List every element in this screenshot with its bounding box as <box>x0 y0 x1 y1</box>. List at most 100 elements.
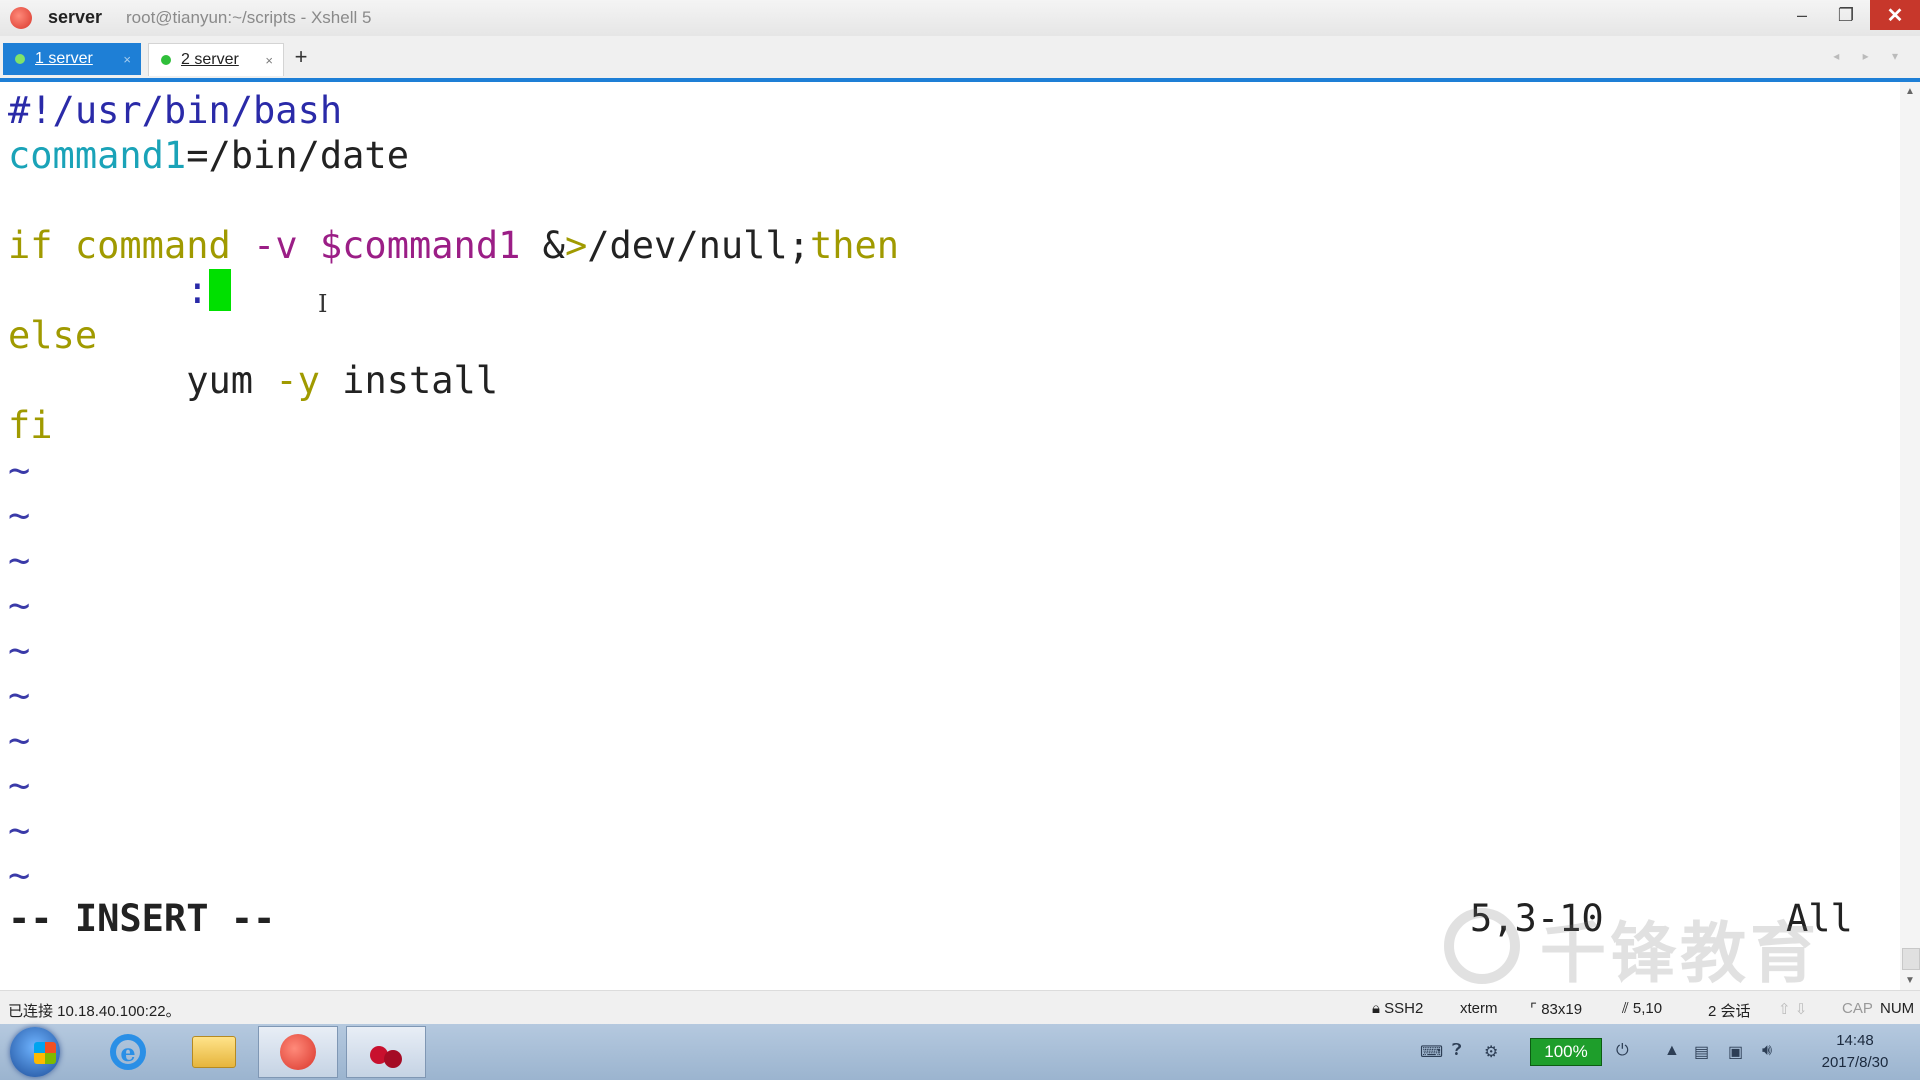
scroll-down-arrow-icon[interactable]: ▼ <box>1900 975 1920 986</box>
variable-name: command1 <box>8 134 187 177</box>
tab-server-1[interactable]: 1 server × <box>3 43 141 75</box>
keyboard-icon[interactable]: ⌨ <box>1420 1042 1443 1062</box>
folder-icon <box>192 1036 236 1068</box>
empty-line-marker: ~ <box>8 629 31 672</box>
num-lock-indicator: NUM <box>1880 1000 1915 1017</box>
cursor-pos-icon: ⫽ <box>1622 1000 1629 1017</box>
editor-line-5: : <box>8 268 231 313</box>
taskbar-xshell[interactable] <box>258 1026 338 1078</box>
redirect-gt: > <box>564 224 588 267</box>
taskbar-file-explorer[interactable] <box>174 1026 254 1078</box>
cherry-icon <box>368 1034 404 1070</box>
option-flag: -y <box>275 359 320 402</box>
protocol-indicator: 🔒︎ SSH2 <box>1372 1000 1423 1017</box>
status-bar: 已连接 10.18.40.100:22。 🔒︎ SSH2 xterm ⌜ 83x… <box>0 990 1920 1025</box>
terminal-area[interactable]: #!/usr/bin/bash command1=/bin/date if co… <box>0 82 1900 990</box>
editor-line-7: yum -y install <box>8 358 498 403</box>
tab-navigation-arrows[interactable]: ◂ ▸ ▾ <box>1833 49 1908 63</box>
app-name: server <box>48 7 103 27</box>
start-button[interactable] <box>10 1027 60 1077</box>
transfer-arrows-icon: ⇧ ⇩ <box>1778 1001 1808 1018</box>
vertical-scrollbar[interactable]: ▲ ▼ <box>1900 82 1920 990</box>
show-hidden-icons-icon[interactable]: ▲ <box>1664 1042 1680 1060</box>
empty-line-marker: ~ <box>8 449 31 492</box>
power-plug-icon[interactable]: ⏻ <box>1616 1042 1629 1060</box>
status-cursor-label: 5,10 <box>1632 1000 1663 1017</box>
session-tab-bar: 1 server × 2 server × + ◂ ▸ ▾ <box>0 36 1920 82</box>
empty-line-marker: ~ <box>8 854 31 897</box>
clock-time: 14:48 <box>1836 1032 1874 1049</box>
option-flag: -v <box>253 224 298 267</box>
tray-settings-icon[interactable]: ⚙ <box>1484 1042 1498 1062</box>
close-button[interactable]: ✕ <box>1870 0 1920 30</box>
watermark: 千锋教育 <box>1444 900 1820 996</box>
watermark-text: 千锋教育 <box>1540 915 1820 992</box>
tab-close-icon[interactable]: × <box>265 53 273 68</box>
battery-indicator[interactable]: 100% <box>1530 1038 1602 1066</box>
variable-value: =/bin/date <box>186 134 409 177</box>
title-bar: server root@tianyun:~/scripts - Xshell 5… <box>0 0 1920 36</box>
xshell-icon <box>280 1034 316 1070</box>
terminal-type: xterm <box>1460 1000 1498 1017</box>
tab-server-2[interactable]: 2 server × <box>148 43 284 76</box>
windows-logo-icon <box>34 1042 56 1064</box>
taskbar-internet-explorer[interactable]: e <box>88 1026 168 1078</box>
connected-status-icon <box>15 54 25 64</box>
connected-status-icon <box>161 55 171 65</box>
system-clock[interactable]: 14:48 2017/8/30 <box>1800 1030 1910 1074</box>
xshell-app-icon[interactable] <box>10 7 32 29</box>
taskbar-cherry-app[interactable] <box>346 1026 426 1078</box>
protocol-label: SSH2 <box>1384 1000 1424 1017</box>
tab-close-icon[interactable]: × <box>123 52 131 67</box>
help-icon[interactable]: ❓︎ <box>1452 1042 1462 1060</box>
empty-line-marker: ~ <box>8 764 31 807</box>
editor-line-6: else <box>8 314 98 357</box>
text-cursor <box>208 269 231 311</box>
keyword-if: if <box>8 224 53 267</box>
window-title: root@tianyun:~/scripts - Xshell 5 <box>126 8 372 27</box>
empty-line-marker: ~ <box>8 719 31 762</box>
empty-line-marker: ~ <box>8 809 31 852</box>
connection-status: 已连接 10.18.40.100:22。 <box>8 1003 181 1020</box>
terminal-size: ⌜ 83x19 <box>1530 1000 1582 1018</box>
lock-icon: 🔒︎ <box>1372 1000 1380 1017</box>
editor-line-8: fi <box>8 404 53 447</box>
tab-label: 1 server <box>35 50 93 67</box>
taskbar: e ⌨ ❓︎ ⚙ 100% ⏻ ▲ ▤ ▣ 🔊︎ 14:48 2017/8/30 <box>0 1024 1920 1080</box>
empty-line-marker: ~ <box>8 539 31 582</box>
status-cursor: ⫽ 5,10 <box>1622 1000 1662 1017</box>
network-icon[interactable]: ▣ <box>1728 1042 1743 1062</box>
vim-mode-indicator: -- INSERT -- <box>8 897 276 940</box>
colon-noop: : <box>186 269 209 312</box>
minimize-button[interactable]: – <box>1780 0 1824 30</box>
scroll-thumb[interactable] <box>1902 948 1920 970</box>
variable-ref: $command1 <box>297 224 543 267</box>
editor-line-4: if command -v $command1 &>/dev/null;then <box>8 223 899 268</box>
ibeam-cursor-icon: I <box>318 290 328 318</box>
resize-icon: ⌜ <box>1530 1001 1538 1018</box>
command-builtin: command <box>52 224 254 267</box>
redirect-path: /dev/null; <box>587 224 810 267</box>
command-arg: install <box>319 359 499 402</box>
empty-line-marker: ~ <box>8 674 31 717</box>
session-count: 2 会话 <box>1708 1003 1751 1020</box>
tab-label: 2 server <box>181 51 239 68</box>
volume-icon[interactable]: 🔊︎ <box>1762 1042 1772 1060</box>
device-icon[interactable]: ▤ <box>1694 1042 1709 1062</box>
maximize-button[interactable]: ❐ <box>1824 0 1868 30</box>
internet-explorer-icon: e <box>110 1034 146 1070</box>
caps-lock-indicator: CAP <box>1842 1000 1873 1017</box>
redirect-amp: & <box>542 224 565 267</box>
new-tab-button[interactable]: + <box>288 44 314 72</box>
command-yum: yum <box>186 359 276 402</box>
terminal-size-label: 83x19 <box>1541 1001 1583 1018</box>
empty-line-marker: ~ <box>8 494 31 537</box>
editor-line-2: command1=/bin/date <box>8 133 409 178</box>
editor-line-1: #!/usr/bin/bash <box>8 89 343 132</box>
empty-line-marker: ~ <box>8 584 31 627</box>
keyword-then: then <box>809 224 900 267</box>
scroll-up-arrow-icon[interactable]: ▲ <box>1900 86 1920 97</box>
clock-date: 2017/8/30 <box>1821 1054 1889 1071</box>
